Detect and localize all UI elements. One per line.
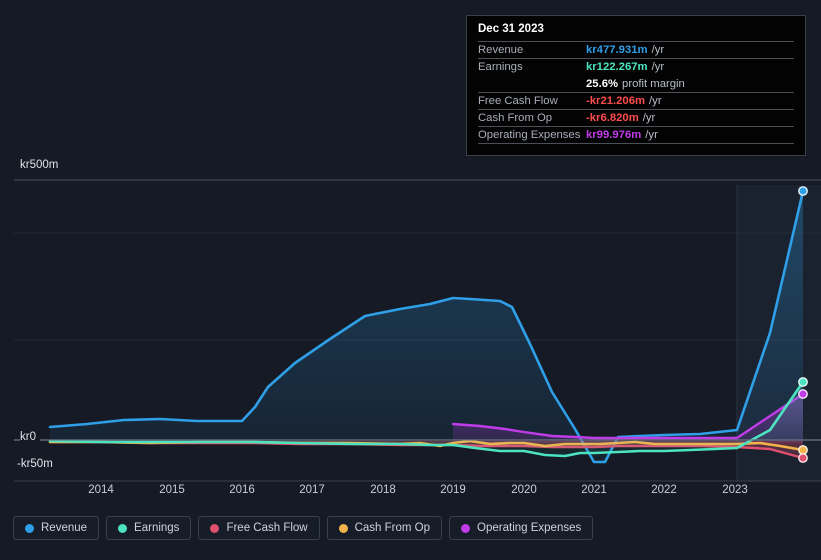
tooltip-row-profit-margin: 25.6% profit margin xyxy=(478,75,794,92)
legend-dot-free-cash-flow-icon xyxy=(210,523,220,533)
x-axis-label-2019: 2019 xyxy=(440,484,466,496)
x-axis-label-2017: 2017 xyxy=(299,484,325,496)
tooltip-value-earnings: kr122.267m xyxy=(586,61,648,73)
tooltip-row-revenue: Revenue kr477.931m /yr xyxy=(478,41,794,58)
end-marker-free-cash-flow xyxy=(798,453,808,463)
x-axis-label-2018: 2018 xyxy=(370,484,396,496)
y-axis-label-neg50m: -kr50m xyxy=(17,458,57,470)
legend-label-revenue: Revenue xyxy=(41,522,88,534)
tooltip-row-earnings: Earnings kr122.267m /yr xyxy=(478,58,794,75)
legend-dot-revenue-icon xyxy=(25,523,34,533)
y-axis-label-0: kr0 xyxy=(20,431,40,443)
tooltip-row-cash-from-op: Cash From Op -kr6.820m /yr xyxy=(478,109,794,126)
legend-label-free-cash-flow: Free Cash Flow xyxy=(226,522,308,534)
chart-legend: Revenue Earnings Free Cash Flow Cash Fro… xyxy=(13,516,594,540)
tooltip-label-free-cash-flow: Free Cash Flow xyxy=(478,95,558,107)
x-axis-label-2021: 2021 xyxy=(581,484,607,496)
financial-chart-widget: kr500m kr0 -kr50m 2014 2015 2016 2017 20… xyxy=(0,0,821,560)
tooltip-unit-operating-expenses: /yr xyxy=(645,129,658,141)
x-axis-label-2016: 2016 xyxy=(229,484,255,496)
tooltip-unit-revenue: /yr xyxy=(651,44,665,56)
tooltip-value-operating-expenses: kr99.976m xyxy=(586,129,642,141)
legend-dot-earnings-icon xyxy=(118,523,128,533)
tooltip-unit-profit-margin: profit margin xyxy=(622,77,685,90)
tooltip-value-free-cash-flow: -kr21.206m xyxy=(586,95,646,107)
x-axis-label-2023: 2023 xyxy=(722,484,748,496)
end-marker-operating-expenses xyxy=(798,389,808,399)
tooltip-unit-cash-from-op: /yr xyxy=(642,112,656,124)
end-marker-earnings xyxy=(798,377,808,387)
legend-item-cash-from-op[interactable]: Cash From Op xyxy=(326,516,443,540)
legend-dot-operating-expenses-icon xyxy=(461,523,471,533)
tooltip-label-operating-expenses: Operating Expenses xyxy=(478,129,581,141)
legend-item-operating-expenses[interactable]: Operating Expenses xyxy=(449,516,594,540)
tooltip-label-cash-from-op: Cash From Op xyxy=(478,112,553,124)
legend-label-operating-expenses: Operating Expenses xyxy=(477,522,582,534)
end-marker-revenue xyxy=(798,186,808,196)
legend-item-earnings[interactable]: Earnings xyxy=(106,516,192,540)
tooltip-value-cash-from-op: -kr6.820m xyxy=(586,112,639,124)
tooltip-label-revenue: Revenue xyxy=(478,44,524,56)
y-axis-label-500m: kr500m xyxy=(20,159,63,171)
x-axis-label-2014: 2014 xyxy=(88,484,114,496)
x-axis-label-2020: 2020 xyxy=(511,484,537,496)
tooltip-unit-free-cash-flow: /yr xyxy=(649,95,662,107)
x-axis-label-2015: 2015 xyxy=(159,484,185,496)
tooltip-label-earnings: Earnings xyxy=(478,61,523,73)
tooltip-date: Dec 31 2023 xyxy=(478,23,544,35)
tooltip-value-profit-margin: 25.6% xyxy=(586,77,619,90)
tooltip-row-free-cash-flow: Free Cash Flow -kr21.206m /yr xyxy=(478,92,794,109)
legend-label-earnings: Earnings xyxy=(134,522,180,534)
legend-dot-cash-from-op-icon xyxy=(338,523,348,533)
x-axis-label-2022: 2022 xyxy=(651,484,677,496)
series-area-revenue xyxy=(50,191,803,462)
end-marker-cash-from-op xyxy=(798,445,808,455)
tooltip-row-operating-expenses: Operating Expenses kr99.976m /yr xyxy=(478,126,794,143)
legend-label-cash-from-op: Cash From Op xyxy=(354,522,431,534)
chart-tooltip: Dec 31 2023 Revenue kr477.931m /yr Earni… xyxy=(466,15,806,156)
tooltip-unit-earnings: /yr xyxy=(651,61,665,73)
legend-item-revenue[interactable]: Revenue xyxy=(13,516,100,540)
legend-item-free-cash-flow[interactable]: Free Cash Flow xyxy=(198,516,320,540)
tooltip-bottom-rule xyxy=(478,143,794,144)
tooltip-value-revenue: kr477.931m xyxy=(586,44,648,56)
